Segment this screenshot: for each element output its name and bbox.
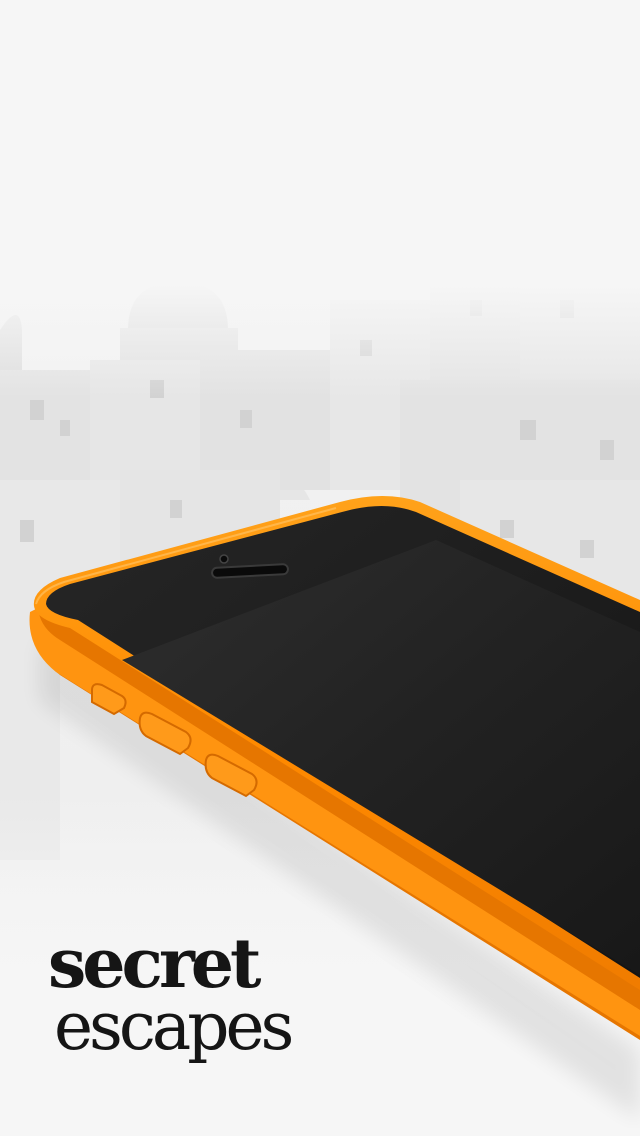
secret-escapes-logo: secret escapes (48, 930, 298, 1080)
splash-screen: secret escapes (0, 0, 640, 1136)
logo-text-escapes: escapes (54, 988, 294, 1065)
